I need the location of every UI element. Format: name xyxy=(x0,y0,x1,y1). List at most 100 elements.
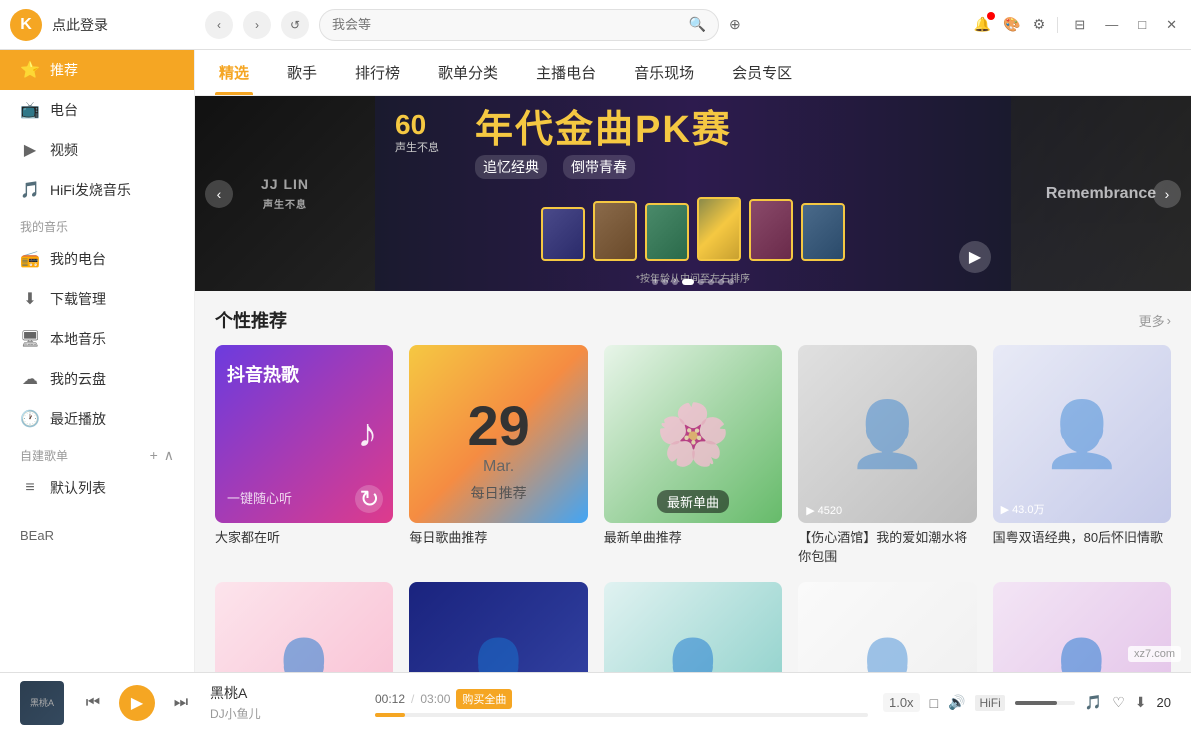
download-button[interactable]: ⬇ xyxy=(1135,694,1147,711)
dot-6[interactable] xyxy=(708,279,714,285)
singer-2 xyxy=(593,201,637,261)
playlist-r2-2[interactable]: 👤 xyxy=(409,582,587,672)
sidebar-item-label: 下载管理 xyxy=(50,289,106,309)
sidebar-item-video[interactable]: ▶ 视频 xyxy=(0,130,194,170)
playlist-daily[interactable]: 29 Mar. 每日推荐 每日歌曲推荐 xyxy=(409,345,587,566)
dot-7[interactable] xyxy=(718,279,724,285)
app-logo: K xyxy=(10,9,42,41)
download-icon: ⬇ xyxy=(20,289,40,309)
playlist-thumb-r2-2: 👤 xyxy=(409,582,587,672)
tab-live[interactable]: 音乐现场 xyxy=(630,50,698,95)
more-button[interactable]: 更多 › xyxy=(1139,311,1171,330)
title-bar: K 点此登录 ‹ › ↺ 🔍 ⊕ 🔔 🎨 ⚙ ⊟ — □ ✕ xyxy=(0,0,1191,50)
skin-button[interactable]: 🎨 xyxy=(1003,16,1020,33)
playlist-hurt[interactable]: 👤 ▶4520 【伤心酒馆】我的爱如潮水将你包围 xyxy=(798,345,976,566)
sidebar-item-recent[interactable]: 🕐 最近播放 xyxy=(0,399,194,439)
sidebar-item-tv[interactable]: 📺 电台 xyxy=(0,90,194,130)
singer-4 xyxy=(697,197,741,261)
thumb-inner: 抖音热歌 一键随心听 ♪ ↻ xyxy=(215,345,393,523)
sidebar-item-label: 电台 xyxy=(50,100,78,120)
dot-3[interactable] xyxy=(672,279,678,285)
tab-vip[interactable]: 会员专区 xyxy=(728,50,796,95)
dot-2[interactable] xyxy=(662,279,668,285)
playlist-new-single[interactable]: 🌸 最新单曲 最新单曲推荐 xyxy=(604,345,782,566)
thumb-inner: 👤 xyxy=(798,582,976,672)
add-playlist-button[interactable]: + xyxy=(150,447,158,464)
cast-button[interactable]: ⊕ xyxy=(729,16,741,33)
volume-button[interactable]: 🔊 xyxy=(948,694,965,711)
progress-area: 00:12 / 03:00 购买全曲 xyxy=(375,689,868,717)
section-title: 个性推荐 xyxy=(215,307,287,333)
tab-charts[interactable]: 排行榜 xyxy=(351,50,404,95)
main-layout: ⭐ 推荐 📺 电台 ▶ 视频 🎵 HiFi发烧音乐 我的音乐 📻 我的电台 ⬇ … xyxy=(0,50,1191,672)
dot-8[interactable] xyxy=(728,279,734,285)
star-icon: ⭐ xyxy=(20,60,40,80)
sidebar-item-cloud[interactable]: ☁ 我的云盘 xyxy=(0,359,194,399)
search-bar[interactable]: 🔍 xyxy=(319,9,719,41)
sidebar-item-label: 本地音乐 xyxy=(50,329,106,349)
refresh-icon[interactable]: ↻ xyxy=(355,485,383,513)
login-button[interactable]: 点此登录 xyxy=(52,15,108,35)
playlist-label: 大家都在听 xyxy=(215,529,393,547)
nav-forward-button[interactable]: › xyxy=(243,11,271,39)
singer-lineup xyxy=(375,96,1011,271)
dot-4[interactable] xyxy=(682,279,694,285)
playlist-r2-4[interactable]: 👤 xyxy=(798,582,976,672)
progress-bar[interactable] xyxy=(375,713,868,717)
thumb-inner: 👤 xyxy=(409,582,587,672)
tab-radio[interactable]: 主播电台 xyxy=(532,50,600,95)
nav-refresh-button[interactable]: ↺ xyxy=(281,11,309,39)
dot-5[interactable] xyxy=(698,279,704,285)
play-button[interactable]: ▶ xyxy=(119,685,155,721)
quality-button[interactable]: □ xyxy=(930,695,938,711)
search-input[interactable] xyxy=(332,17,689,32)
sidebar-item-label: 我的云盘 xyxy=(50,369,106,389)
clock-icon: 🕐 xyxy=(20,409,40,429)
notification-button[interactable]: 🔔 xyxy=(974,16,991,33)
tab-artists[interactable]: 歌手 xyxy=(283,50,321,95)
sidebar-item-hifi[interactable]: 🎵 HiFi发烧音乐 xyxy=(0,170,194,210)
search-icon[interactable]: 🔍 xyxy=(689,16,706,33)
prev-button[interactable]: ⏮ xyxy=(79,689,107,717)
next-button[interactable]: ⏭ xyxy=(167,689,195,717)
title-bar-right: 🔔 🎨 ⚙ ⊟ — □ ✕ xyxy=(974,16,1181,33)
banner-play-button[interactable]: ▶ xyxy=(959,241,991,273)
settings-button[interactable]: ⚙ xyxy=(1033,16,1046,33)
nav-tabs: 精选 歌手 排行榜 歌单分类 主播电台 音乐现场 会员专区 xyxy=(195,50,1191,96)
play-count: ▶4520 xyxy=(806,504,842,517)
playlist-grid-row2: 👤 👤 👤 xyxy=(215,582,1171,672)
banner-next-button[interactable]: › xyxy=(1153,180,1181,208)
window-minimize-button[interactable]: — xyxy=(1101,17,1122,32)
progress-fill xyxy=(375,713,405,717)
sidebar-item-my-radio[interactable]: 📻 我的电台 xyxy=(0,239,194,279)
playlist-r2-1[interactable]: 👤 xyxy=(215,582,393,672)
sidebar-item-downloads[interactable]: ⬇ 下载管理 xyxy=(0,279,194,319)
playlist-label: 每日歌曲推荐 xyxy=(409,529,587,547)
sidebar-item-default-list[interactable]: ≡ 默认列表 xyxy=(0,468,194,508)
buy-button[interactable]: 购买全曲 xyxy=(456,689,512,709)
playlist-label: 最新单曲推荐 xyxy=(604,529,782,547)
tab-featured[interactable]: 精选 xyxy=(215,50,253,95)
list-icon: ≡ xyxy=(20,479,40,497)
playlist-douyin[interactable]: 抖音热歌 一键随心听 ♪ ↻ 大家都在听 xyxy=(215,345,393,566)
nav-back-button[interactable]: ‹ xyxy=(205,11,233,39)
tab-playlists[interactable]: 歌单分类 xyxy=(434,50,502,95)
hifi-badge[interactable]: HiFi xyxy=(975,695,1004,711)
banner-prev-button[interactable]: ‹ xyxy=(205,180,233,208)
thumb-inner: 👤 xyxy=(604,582,782,672)
sidebar-item-recommend[interactable]: ⭐ 推荐 xyxy=(0,50,194,90)
lyrics-button[interactable]: 🎵 xyxy=(1085,694,1102,711)
like-button[interactable]: ♡ xyxy=(1112,694,1125,711)
dot-1[interactable] xyxy=(652,279,658,285)
speed-button[interactable]: 1.0x xyxy=(883,693,920,712)
window-sidebar-button[interactable]: ⊟ xyxy=(1070,17,1089,33)
window-maximize-button[interactable]: □ xyxy=(1134,17,1150,32)
playlist-r2-3[interactable]: 👤 xyxy=(604,582,782,672)
cloud-icon: ☁ xyxy=(20,369,40,389)
window-close-button[interactable]: ✕ xyxy=(1162,17,1181,33)
volume-bar[interactable] xyxy=(1015,701,1075,705)
playlist-classic[interactable]: 👤 ▶43.0万 国粤双语经典，80后怀旧情歌 xyxy=(993,345,1171,566)
collapse-playlist-button[interactable]: ∧ xyxy=(164,447,174,464)
sidebar-item-label: 最近播放 xyxy=(50,409,106,429)
sidebar-item-local[interactable]: 🖥 本地音乐 xyxy=(0,319,194,359)
